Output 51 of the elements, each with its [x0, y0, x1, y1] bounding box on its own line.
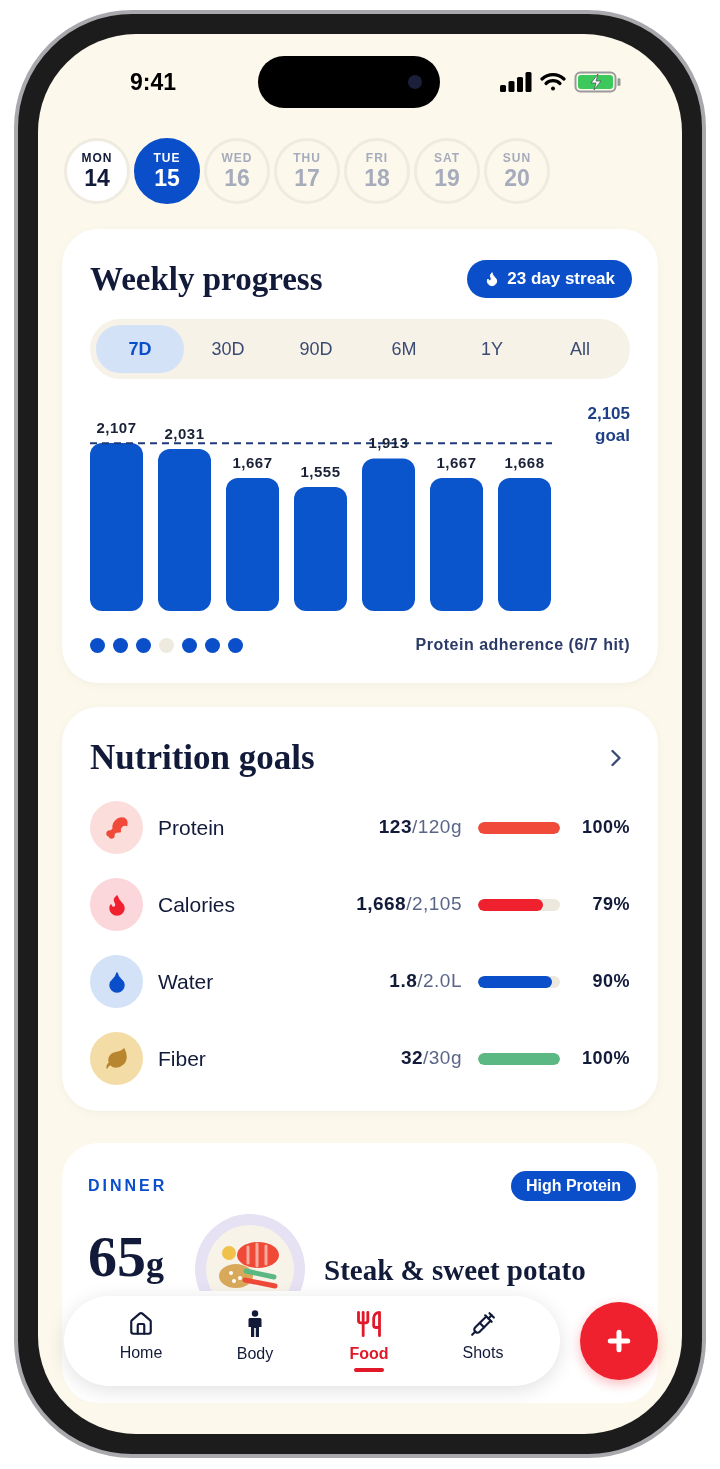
range-tab[interactable]: All [536, 325, 624, 373]
bar-value-label: 2,107 [96, 419, 137, 436]
goal-name: Calories [158, 891, 236, 918]
range-tab[interactable]: 90D [272, 325, 360, 373]
goal-percent: 90% [591, 970, 630, 993]
nav-tab[interactable]: Shots [426, 1311, 540, 1371]
adherence-label: Protein adherence (6/7 hit) [415, 635, 630, 655]
goal-percent: 100% [580, 816, 630, 839]
range-tab[interactable]: 1Y [448, 325, 536, 373]
range-tab[interactable]: 30D [184, 325, 272, 373]
signal-icon [500, 72, 532, 92]
selected-underline [354, 1368, 384, 1372]
syringe-icon [470, 1311, 496, 1337]
bar-value-label: 1,667 [436, 454, 477, 472]
battery-charging-icon [574, 71, 622, 93]
streak-badge: 23 day streak [467, 260, 632, 298]
utensils-icon [355, 1310, 383, 1338]
bar-value-label: 1,555 [300, 463, 341, 480]
goal-amount: 1,668/2,105 [356, 892, 462, 917]
goal-amount: 32/30g [400, 1046, 462, 1071]
camera-icon [408, 75, 423, 89]
goal-name: Water [158, 968, 214, 995]
nav-tab[interactable]: Home [84, 1311, 198, 1371]
goal-name: Fiber [158, 1045, 206, 1072]
goal-amount: 1.8/2.0L [389, 969, 462, 994]
leaf-icon [104, 1046, 129, 1071]
range-tab[interactable]: 6M [360, 325, 448, 373]
card-title: Weekly progress [90, 260, 323, 299]
status-time: 9:41 [130, 67, 177, 97]
goal-percent: 79% [591, 893, 630, 916]
person-icon [247, 1310, 263, 1338]
bar-value-label: 1,668 [504, 454, 545, 471]
bar-value-label: 1,667 [232, 454, 273, 472]
home-icon [128, 1311, 154, 1337]
meal-protein-amount: 65g [88, 1227, 164, 1291]
meal-name: Steak & sweet potato [324, 1253, 586, 1288]
bar-value-label: 2,031 [164, 425, 205, 443]
nav-tab[interactable]: Body [198, 1310, 312, 1372]
goal-percent: 100% [580, 1047, 630, 1070]
goal-label: 2,105 goal [586, 403, 630, 447]
range-tab[interactable]: 7D [96, 325, 184, 373]
wifi-icon [540, 72, 566, 92]
meal-label: DINNER [88, 1176, 168, 1196]
drumstick-icon [104, 815, 129, 840]
nav-tab[interactable]: Food [312, 1310, 426, 1372]
goal-amount: 123/120g [378, 815, 462, 840]
high-protein-tag: High Protein [510, 1171, 636, 1201]
card-title: Nutrition goals [90, 737, 315, 779]
day-button[interactable]: MON 14 [64, 138, 130, 204]
goal-name: Protein [158, 814, 225, 841]
day-button[interactable]: TUE 15 [134, 138, 200, 204]
